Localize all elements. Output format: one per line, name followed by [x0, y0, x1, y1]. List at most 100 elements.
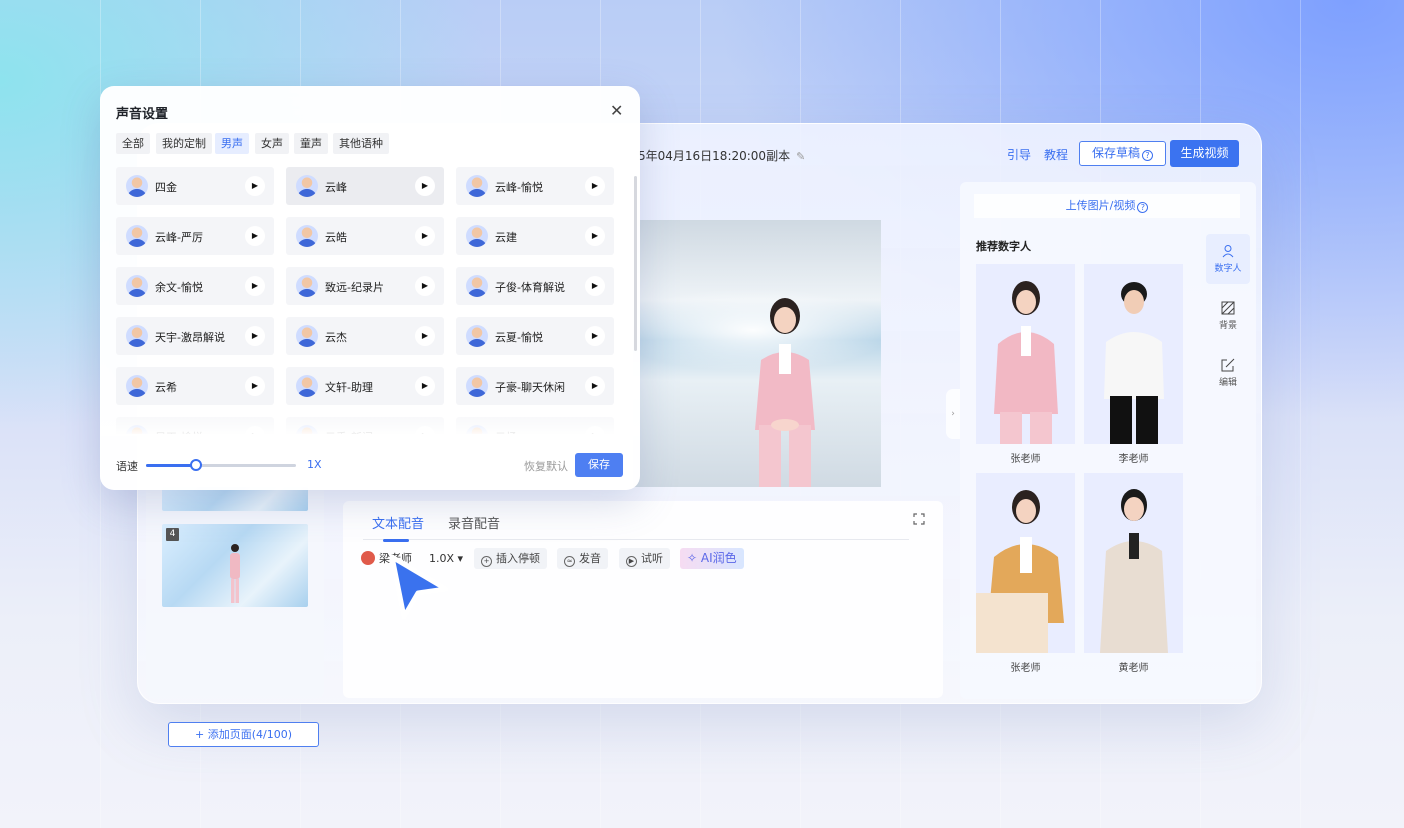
guide-link[interactable]: 引导	[1007, 146, 1031, 163]
preview-listen-label: 试听	[641, 552, 663, 565]
voice-avatar	[296, 175, 318, 197]
pronunciation-button[interactable]: ≈ 发音	[557, 548, 608, 569]
filter-chip[interactable]: 其他语种	[333, 133, 389, 154]
play-icon[interactable]: ▶	[415, 376, 435, 396]
voice-avatar	[466, 275, 488, 297]
voice-name: 云峰-愉悦	[495, 181, 543, 194]
avatar-portrait	[976, 490, 1064, 653]
preview-listen-button[interactable]: ▶ 试听	[619, 548, 670, 569]
right-panel: 上传图片/视频? 推荐数字人 张老师 李老师 张老师 黄老师 数字人 背景 编辑	[960, 182, 1256, 699]
pronunciation-label: 发音	[579, 552, 601, 565]
add-page-button[interactable]: + 添加页面(4/100)	[168, 722, 319, 747]
voice-name: 云峰-严厉	[155, 231, 203, 244]
voice-name: 云皓	[325, 231, 347, 244]
play-icon[interactable]: ▶	[585, 276, 605, 296]
play-icon[interactable]: ▶	[245, 326, 265, 346]
slider-handle[interactable]	[189, 459, 202, 471]
avatar-portrait	[1100, 489, 1168, 653]
tab-divider	[363, 539, 909, 540]
play-icon[interactable]: ▶	[585, 376, 605, 396]
play-icon[interactable]: ▶	[245, 376, 265, 396]
avatar-portrait	[1104, 282, 1164, 444]
voice-option[interactable]: 子豪-聊天休闲 ▶	[456, 367, 614, 405]
tutorial-link[interactable]: 教程	[1044, 146, 1068, 163]
voice-avatar	[296, 225, 318, 247]
voice-option[interactable]: 云希 ▶	[116, 367, 274, 405]
filter-chip[interactable]: 童声	[294, 133, 328, 154]
speed-slider[interactable]	[146, 459, 296, 471]
filter-chip[interactable]: 我的定制	[156, 133, 212, 154]
digital-human-figure	[230, 544, 240, 603]
avatar-card[interactable]	[1084, 473, 1183, 653]
play-icon[interactable]: ▶	[585, 226, 605, 246]
save-button[interactable]: 保存	[575, 453, 623, 477]
play-icon[interactable]: ▶	[415, 276, 435, 296]
upload-media-button[interactable]: 上传图片/视频?	[974, 194, 1240, 218]
voice-option[interactable]: 云皓 ▶	[286, 217, 444, 255]
voice-option[interactable]: 子俊-体育解说 ▶	[456, 267, 614, 305]
expand-icon[interactable]	[913, 513, 925, 525]
voice-option[interactable]: 云峰-严厉 ▶	[116, 217, 274, 255]
voice-option[interactable]: 云峰 ▶	[286, 167, 444, 205]
presenter-figure	[755, 298, 815, 487]
nav-background[interactable]: 背景	[1206, 291, 1250, 341]
voice-option[interactable]: 云峰-愉悦 ▶	[456, 167, 614, 205]
video-canvas[interactable]	[633, 220, 881, 487]
edit-pencil-icon[interactable]: ✎	[796, 150, 805, 163]
voice-name: 云希	[155, 381, 177, 394]
collapse-panel-handle[interactable]: ›	[946, 389, 960, 439]
generate-video-button[interactable]: 生成视频	[1170, 140, 1239, 167]
nav-digital-human[interactable]: 数字人	[1206, 234, 1250, 284]
insert-pause-button[interactable]: + 插入停顿	[474, 548, 547, 569]
voice-option[interactable]: 云杰 ▶	[286, 317, 444, 355]
page-thumbnail[interactable]: 4	[162, 524, 308, 607]
scrollbar[interactable]	[634, 176, 637, 351]
filter-chip[interactable]: 女声	[255, 133, 289, 154]
help-icon: ?	[1137, 202, 1149, 213]
voice-avatar	[296, 375, 318, 397]
voice-option[interactable]: 四金 ▶	[116, 167, 274, 205]
avatar-card[interactable]	[1084, 264, 1183, 444]
voice-option[interactable]: 文轩-助理 ▶	[286, 367, 444, 405]
filter-chip[interactable]: 男声	[215, 133, 249, 154]
voice-list: 四金 ▶ 云峰 ▶ 云峰-愉悦 ▶ 云峰-严厉 ▶ 云皓 ▶ 云建 ▶ 余文-愉悦 ▶ 致远-纪录片 ▶ 子俊-…	[116, 167, 630, 434]
active-tab-indicator	[383, 539, 409, 542]
tab-text-dubbing[interactable]: 文本配音	[372, 513, 424, 532]
reset-default-button[interactable]: 恢复默认	[524, 458, 568, 474]
voice-name: 云建	[495, 231, 517, 244]
voice-avatar	[126, 375, 148, 397]
ai-polish-button[interactable]: ✧ AI润色	[680, 548, 744, 569]
document-title[interactable]: 5年04月16日18:20:00副本 ✎	[638, 147, 805, 164]
chevron-down-icon: ▾	[457, 552, 464, 565]
close-icon[interactable]: ✕	[610, 101, 623, 120]
avatar-name: 张老师	[1010, 663, 1041, 674]
voice-option[interactable]: 天宇-激昂解说 ▶	[116, 317, 274, 355]
play-icon[interactable]: ▶	[415, 176, 435, 196]
play-icon[interactable]: ▶	[585, 176, 605, 196]
speed-label: 语速	[116, 460, 138, 473]
voice-name: 子俊-体育解说	[495, 281, 565, 294]
nav-edit[interactable]: 编辑	[1206, 348, 1250, 398]
play-icon[interactable]: ▶	[415, 326, 435, 346]
tab-recording-dubbing[interactable]: 录音配音	[448, 513, 500, 532]
voice-name: 云夏-愉悦	[495, 331, 543, 344]
insert-pause-label: 插入停顿	[496, 552, 540, 565]
voice-name: 子豪-聊天休闲	[495, 381, 565, 394]
voice-option[interactable]: 致远-纪录片 ▶	[286, 267, 444, 305]
play-icon[interactable]: ▶	[245, 276, 265, 296]
avatar-card[interactable]	[976, 473, 1075, 653]
nav-label: 编辑	[1218, 378, 1237, 388]
filter-chip[interactable]: 全部	[116, 133, 150, 154]
pronunciation-icon: ≈	[564, 556, 575, 567]
voice-option[interactable]: 云建 ▶	[456, 217, 614, 255]
play-icon[interactable]: ▶	[245, 226, 265, 246]
play-icon[interactable]: ▶	[415, 226, 435, 246]
save-draft-button[interactable]: 保存草稿?	[1079, 141, 1167, 166]
avatar-card[interactable]	[976, 264, 1075, 444]
voice-option[interactable]: 云夏-愉悦 ▶	[456, 317, 614, 355]
play-icon[interactable]: ▶	[245, 176, 265, 196]
voice-avatar	[466, 375, 488, 397]
page-thumbnail[interactable]	[162, 487, 308, 511]
voice-option[interactable]: 余文-愉悦 ▶	[116, 267, 274, 305]
play-icon[interactable]: ▶	[585, 326, 605, 346]
